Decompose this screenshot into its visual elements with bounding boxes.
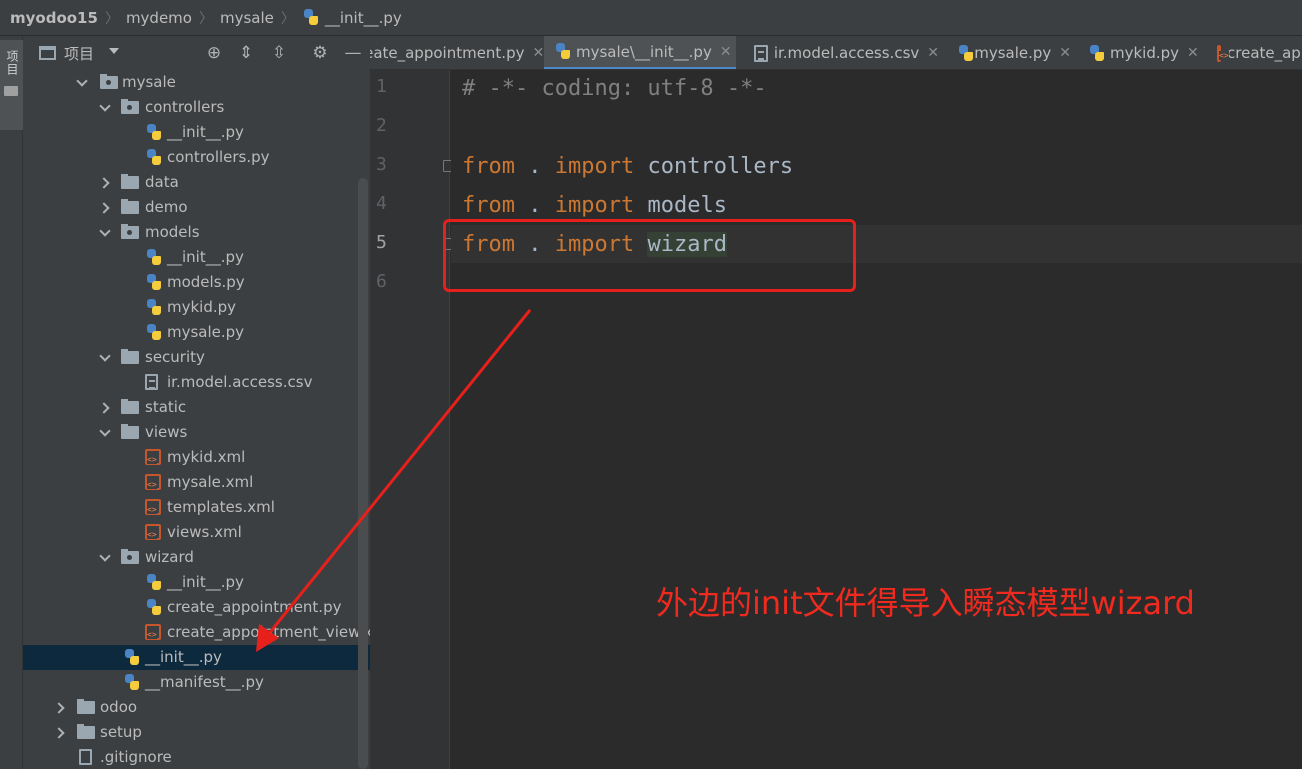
annotation-text: 外边的init文件得导入瞬态模型wizard [656, 584, 1195, 622]
annotation-arrow [256, 309, 532, 652]
